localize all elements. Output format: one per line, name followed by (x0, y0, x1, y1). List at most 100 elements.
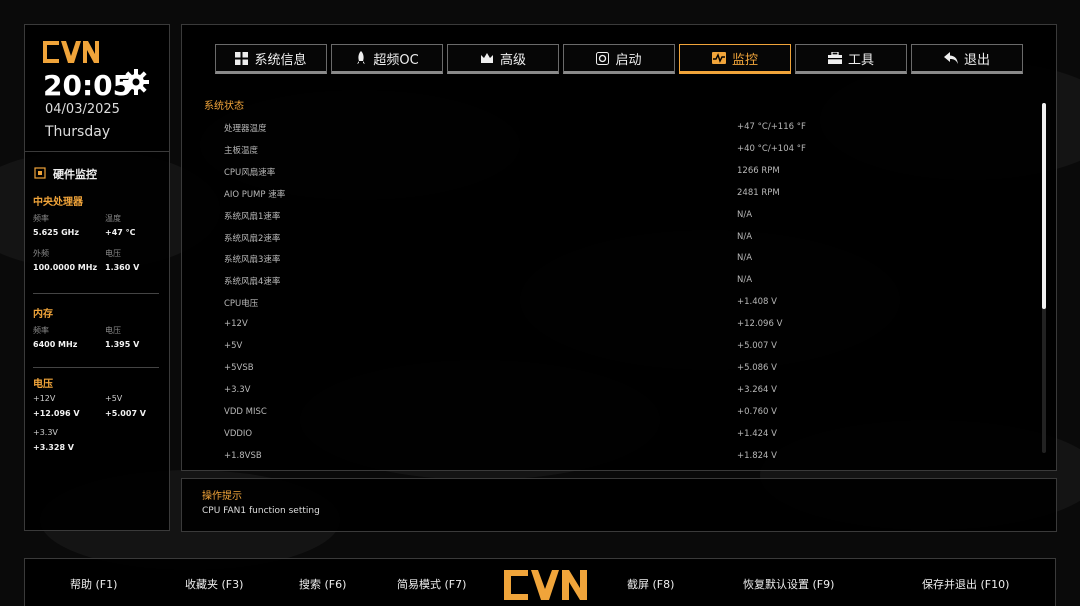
tab-boot[interactable]: 启动 (563, 44, 675, 74)
cvn-logo (504, 570, 587, 600)
load-defaults-button[interactable]: 恢复默认设置 (F9) (743, 576, 834, 592)
status-row-value: +12.096 V (737, 319, 783, 330)
cpu-section-title: 中央处理器 (33, 197, 83, 208)
status-row[interactable]: +5VSB +5.086 V (224, 363, 1024, 377)
status-row-label: CPU电压 (224, 299, 259, 310)
search-button[interactable]: 搜索 (F6) (299, 576, 346, 592)
status-row[interactable]: CPU电压 +1.408 V (224, 297, 1024, 311)
status-row[interactable]: +3.3V +3.264 V (224, 385, 1024, 399)
crown-icon (480, 53, 493, 63)
status-row-value: +0.760 V (737, 406, 777, 417)
memory-section-title: 内存 (33, 309, 53, 320)
status-row-label: +12V (224, 319, 248, 330)
v12-value: +12.096 V (33, 409, 80, 418)
memory-volt-value: 1.395 V (105, 340, 140, 349)
status-row-label: +5VSB (224, 362, 254, 373)
cpu-bclk-value: 100.0000 MHz (33, 263, 98, 272)
status-row-label: VDDIO (224, 428, 253, 439)
status-row[interactable]: 系统风扇4速率 N/A (224, 275, 1024, 289)
status-row[interactable]: AIO PUMP 速率 2481 RPM (224, 188, 1024, 202)
help-button[interactable]: 帮助 (F1) (70, 576, 117, 592)
cpu-freq-value: 5.625 GHz (33, 228, 80, 237)
cpu-volt-label: 电压 (105, 249, 121, 258)
divider (33, 367, 159, 368)
cpu-temp-value: +47 °C (105, 228, 136, 237)
footer-bar: 帮助 (F1) 收藏夹 (F3) 搜索 (F6) 简易模式 (F7) 截屏 (F… (24, 558, 1056, 606)
status-row-label: +3.3V (224, 384, 251, 395)
tab-exit[interactable]: 退出 (911, 44, 1023, 74)
tab-system-info[interactable]: 系统信息 (215, 44, 327, 74)
main-panel: 系统信息 超频OC 高级 启动 监控 工具 退出 系统状态 处理器温度 +47 °… (181, 24, 1057, 471)
save-exit-button[interactable]: 保存并退出 (F10) (922, 576, 1009, 592)
toolbox-icon (827, 52, 842, 64)
status-row-value: +3.264 V (737, 384, 777, 395)
tab-overclock[interactable]: 超频OC (331, 44, 443, 74)
tab-tools[interactable]: 工具 (795, 44, 907, 74)
status-row-label: VDD MISC (224, 406, 267, 417)
v33-label: +3.3V (33, 428, 58, 437)
divider (33, 293, 159, 294)
clock-weekday: Thursday (45, 124, 111, 140)
hint-title: 操作提示 (202, 491, 242, 502)
screenshot-button[interactable]: 截屏 (F8) (627, 576, 674, 592)
status-row-value: +5.007 V (737, 341, 777, 351)
status-row-label: 系统风扇1速率 (224, 211, 281, 222)
tab-monitor[interactable]: 监控 (679, 44, 791, 74)
status-row-value: N/A (737, 231, 753, 242)
cpu-volt-value: 1.360 V (105, 263, 140, 272)
status-row-value: +47 °C/+116 °F (737, 122, 806, 132)
status-row[interactable]: +12V +12.096 V (224, 319, 1024, 333)
memory-volt-label: 电压 (105, 326, 121, 335)
tab-label: 工具 (847, 52, 874, 68)
tab-label: 超频OC (373, 52, 419, 68)
system-status-title: 系统状态 (204, 101, 244, 112)
tab-advanced[interactable]: 高级 (447, 44, 559, 74)
voltage-section-title: 电压 (33, 379, 53, 390)
favorites-button[interactable]: 收藏夹 (F3) (185, 576, 243, 592)
status-row[interactable]: VDDIO +1.424 V (224, 429, 1024, 443)
cpu-freq-label: 频率 (33, 214, 49, 223)
status-row-label: CPU风扇速率 (224, 167, 276, 178)
cvn-logo (43, 41, 99, 63)
v33-value: +3.328 V (33, 443, 74, 452)
power-icon (596, 51, 610, 65)
easy-mode-button[interactable]: 简易模式 (F7) (397, 576, 466, 592)
status-row[interactable]: 主板温度 +40 °C/+104 °F (224, 144, 1024, 158)
scrollbar-thumb[interactable] (1042, 103, 1046, 309)
status-row[interactable]: 系统风扇3速率 N/A (224, 253, 1024, 267)
status-row-label: 系统风扇3速率 (224, 255, 281, 266)
status-row-value: N/A (737, 275, 753, 286)
tab-label: 系统信息 (254, 52, 307, 68)
chip-icon (34, 167, 46, 179)
v5-value: +5.007 V (105, 409, 146, 418)
status-row-value: 1266 RPM (737, 165, 780, 176)
clock-time: 20:05 (43, 69, 133, 102)
hint-text: CPU FAN1 function setting (202, 506, 320, 516)
status-row-label: AIO PUMP 速率 (224, 189, 286, 200)
cpu-bclk-label: 外频 (33, 249, 49, 258)
status-row-value: +5.086 V (737, 362, 777, 373)
v5-label: +5V (105, 394, 123, 403)
status-row[interactable]: 系统风扇1速率 N/A (224, 210, 1024, 224)
status-row-label: 系统风扇4速率 (224, 277, 281, 288)
gear-icon[interactable] (121, 67, 151, 97)
tab-label: 监控 (731, 52, 758, 68)
grid-icon (235, 51, 249, 65)
v12-label: +12V (33, 394, 56, 403)
status-row-label: 主板温度 (224, 145, 259, 156)
status-row[interactable]: VDD MISC +0.760 V (224, 407, 1024, 421)
monitor-icon (711, 52, 726, 64)
status-row[interactable]: CPU风扇速率 1266 RPM (224, 166, 1024, 180)
status-row[interactable]: 系统风扇2速率 N/A (224, 232, 1024, 246)
divider (25, 151, 169, 152)
hardware-monitor-title: 硬件监控 (53, 168, 97, 181)
clock-date: 04/03/2025 (45, 102, 120, 117)
status-row[interactable]: +1.8VSB +1.824 V (224, 451, 1024, 465)
tab-label: 启动 (615, 52, 642, 68)
cpu-temp-label: 温度 (105, 214, 121, 223)
status-row[interactable]: +5V +5.007 V (224, 341, 1024, 355)
status-row-label: 系统风扇2速率 (224, 233, 281, 244)
status-row-value: +1.824 V (737, 450, 777, 461)
memory-freq-label: 频率 (33, 326, 49, 335)
status-row[interactable]: 处理器温度 +47 °C/+116 °F (224, 122, 1024, 136)
